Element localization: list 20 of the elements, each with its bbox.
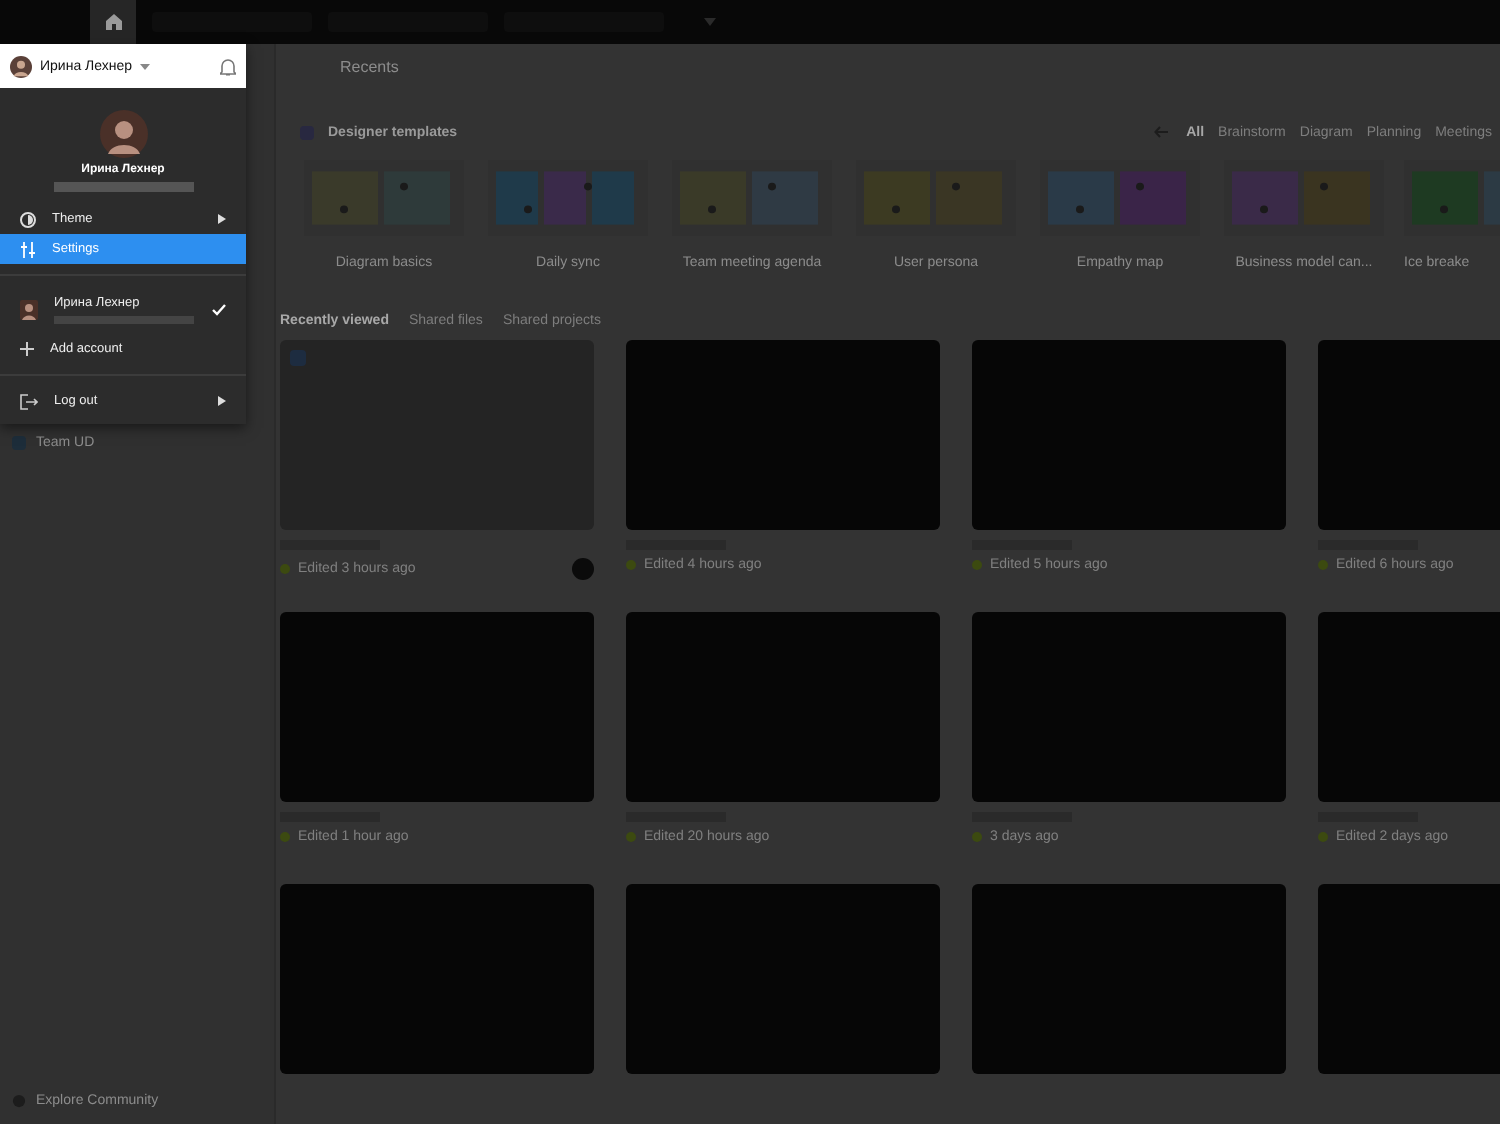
redacted-bar (53, 182, 193, 192)
file-thumbnail[interactable] (972, 340, 1286, 530)
file-thumbnail[interactable] (280, 612, 594, 802)
file-thumbnail[interactable] (972, 884, 1286, 1074)
file-thumbnail[interactable] (280, 340, 594, 530)
plus-icon (20, 342, 34, 356)
caret-icon[interactable] (140, 63, 151, 69)
settings-icon (20, 241, 36, 257)
home-icon (105, 14, 121, 30)
file-thumbnail[interactable] (626, 340, 940, 530)
bell-icon[interactable] (220, 57, 236, 75)
file-thumbnail[interactable] (972, 612, 1286, 802)
theme-icon (20, 211, 36, 227)
file-thumbnail[interactable] (626, 612, 940, 802)
file-type-icon (290, 350, 306, 366)
home-tab[interactable] (90, 0, 136, 44)
file-thumbnail[interactable] (280, 884, 594, 1074)
page-title: Recents (338, 56, 401, 80)
logout-icon (20, 393, 38, 409)
file-thumbnail[interactable] (626, 884, 940, 1074)
